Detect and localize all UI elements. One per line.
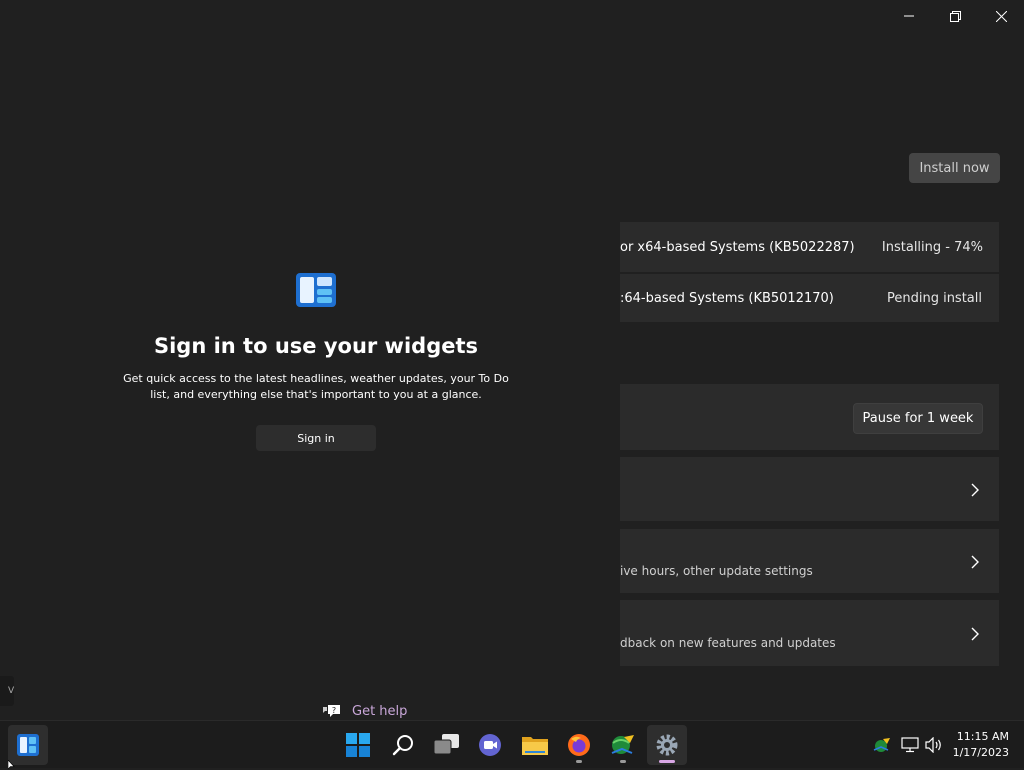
- file-explorer-button[interactable]: [515, 725, 555, 765]
- task-view-icon: [434, 734, 459, 755]
- clock-date: 1/17/2023: [952, 746, 1009, 759]
- volume-icon: [925, 737, 941, 753]
- widgets-title: Sign in to use your widgets: [153, 334, 479, 358]
- mouse-cursor-icon: [8, 760, 15, 770]
- minimize-button[interactable]: [886, 0, 932, 32]
- side-tab-label: V: [8, 686, 15, 696]
- chevron-right-icon: [971, 483, 979, 497]
- update-status: Installing - 74%: [881, 240, 983, 255]
- update-name: or x64-based Systems (KB5022287): [620, 240, 855, 255]
- svg-text:?: ?: [332, 706, 336, 715]
- update-history-card[interactable]: [620, 457, 999, 521]
- network-app-icon: [611, 735, 634, 754]
- teams-chat-icon: [479, 734, 501, 756]
- insider-program-subtitle: dback on new features and updates: [620, 636, 836, 650]
- install-now-button[interactable]: Install now: [909, 153, 1000, 183]
- settings-button[interactable]: [647, 725, 687, 765]
- update-name: :64-based Systems (KB5012170): [620, 291, 834, 306]
- get-help-label: Get help: [352, 703, 408, 719]
- close-button[interactable]: [978, 0, 1024, 32]
- tray-volume[interactable]: [924, 721, 944, 769]
- close-icon: [995, 10, 1007, 22]
- task-view-button[interactable]: [427, 725, 467, 765]
- advanced-options-card[interactable]: ive hours, other update settings: [620, 529, 999, 593]
- start-button[interactable]: [338, 725, 378, 765]
- chevron-right-icon: [971, 627, 979, 641]
- chat-button[interactable]: [470, 725, 510, 765]
- clock-time: 11:15 AM: [956, 730, 1009, 743]
- network-app-tray-icon: [873, 738, 890, 752]
- help-chat-icon: ?: [323, 705, 340, 717]
- search-icon: [392, 735, 413, 756]
- pause-updates-button[interactable]: Pause for 1 week: [853, 403, 983, 434]
- file-explorer-icon: [522, 737, 548, 755]
- widgets-logo-icon: [296, 273, 336, 307]
- search-button[interactable]: [383, 725, 423, 765]
- taskbar: 11:15 AM 1/17/2023: [0, 720, 1024, 768]
- widgets-icon: [17, 734, 39, 756]
- firefox-button[interactable]: [559, 725, 599, 765]
- minimize-icon: [904, 15, 914, 17]
- settings-icon: [656, 734, 678, 756]
- update-row-1: or x64-based Systems (KB5022287) Install…: [620, 222, 999, 272]
- active-indicator: [659, 760, 675, 763]
- running-indicator: [576, 760, 582, 763]
- chevron-right-icon: [971, 555, 979, 569]
- update-status: Pending install: [886, 291, 982, 306]
- start-icon: [346, 733, 370, 757]
- widgets-description: Get quick access to the latest headlines…: [123, 372, 509, 401]
- side-tab[interactable]: V: [0, 676, 14, 706]
- widgets-button[interactable]: [8, 725, 48, 765]
- restore-button[interactable]: [932, 0, 978, 32]
- ethernet-icon: [901, 737, 919, 753]
- restore-icon: [949, 10, 961, 22]
- get-help-link[interactable]: ? Get help: [322, 702, 407, 720]
- update-row-2: :64-based Systems (KB5012170) Pending in…: [620, 274, 999, 322]
- insider-program-card[interactable]: dback on new features and updates: [620, 600, 999, 666]
- tray-network-app[interactable]: [872, 721, 892, 769]
- tray-network[interactable]: [900, 721, 920, 769]
- firefox-icon: [568, 734, 590, 756]
- network-app-button[interactable]: [603, 725, 643, 765]
- advanced-options-subtitle: ive hours, other update settings: [620, 564, 813, 578]
- sign-in-button[interactable]: Sign in: [256, 425, 376, 451]
- clock[interactable]: 11:15 AM 1/17/2023: [953, 729, 1009, 761]
- running-indicator: [620, 760, 626, 763]
- widgets-panel: Sign in to use your widgets Get quick ac…: [0, 0, 620, 720]
